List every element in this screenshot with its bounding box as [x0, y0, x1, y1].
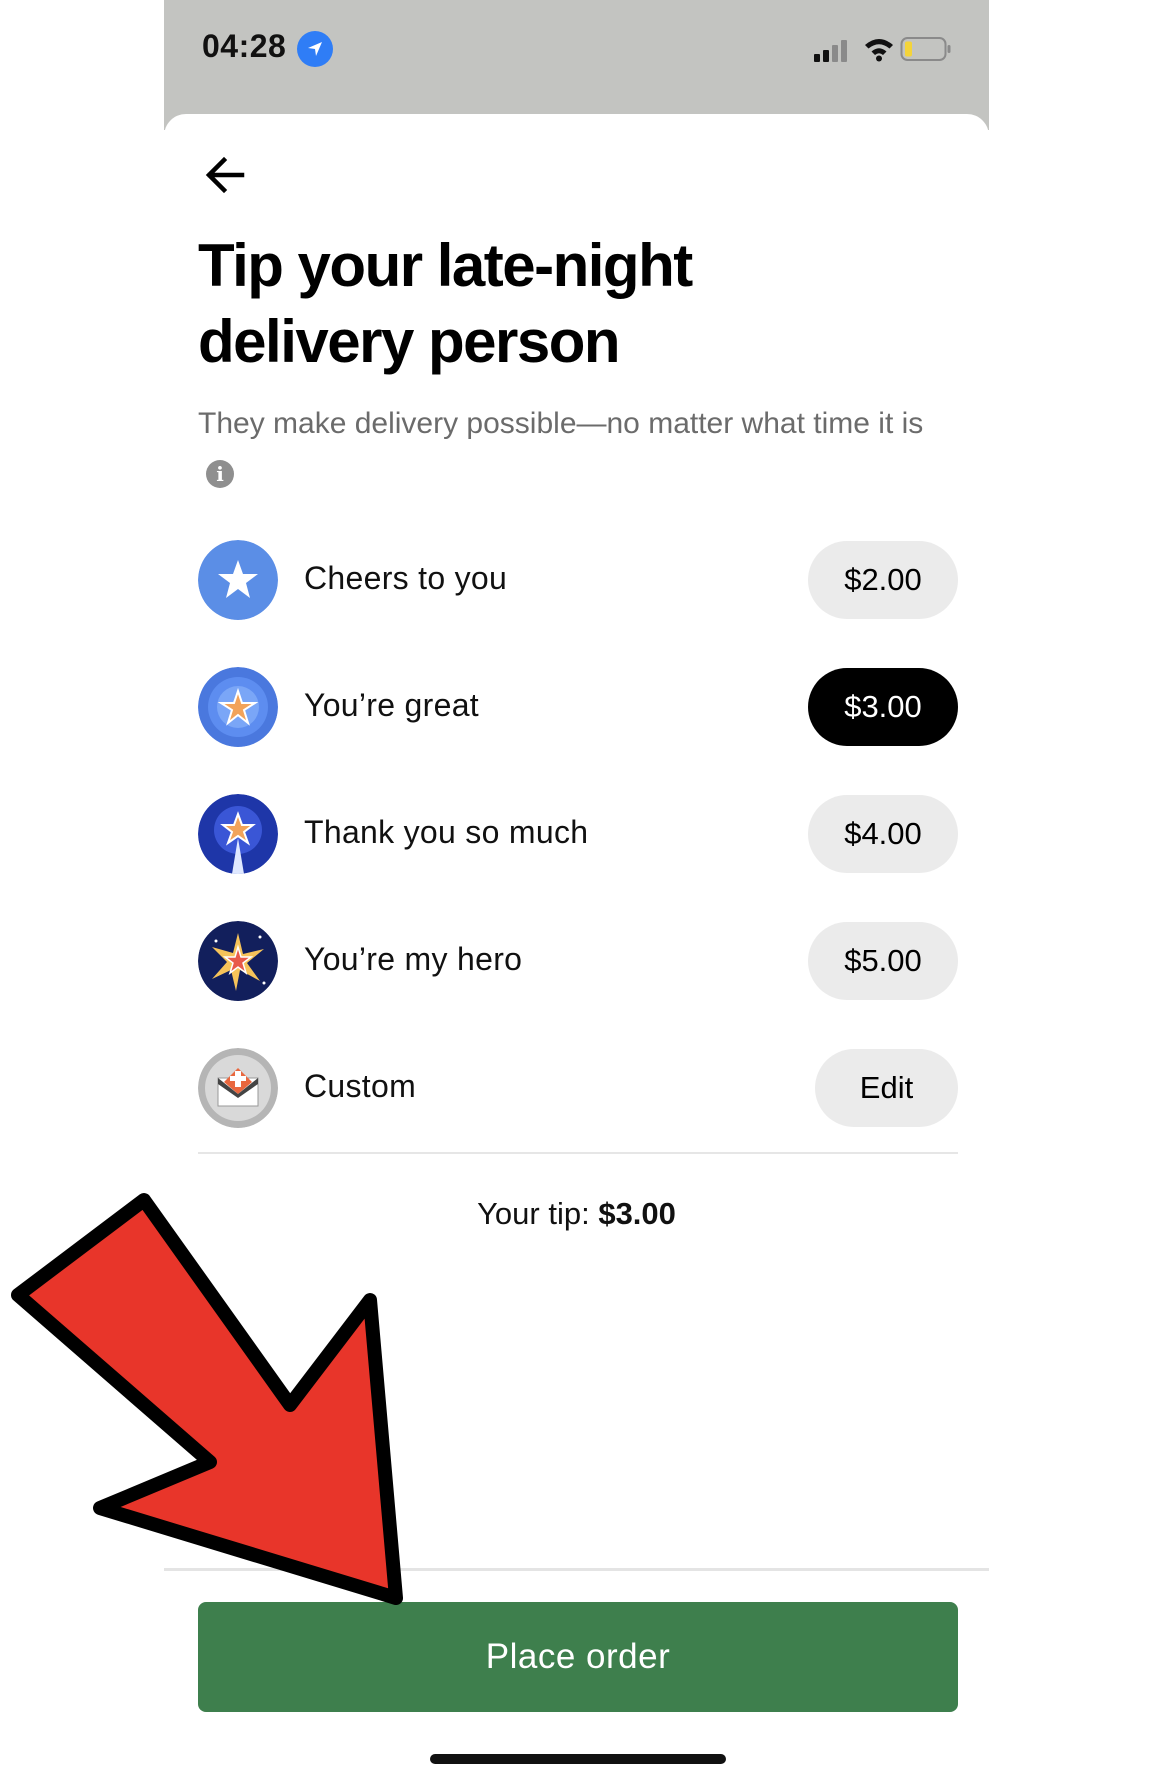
star-badge-icon [198, 540, 278, 620]
tip-label: Cheers to you [304, 560, 508, 596]
signal-icon [814, 40, 847, 62]
info-icon[interactable]: i [206, 460, 234, 488]
burst-star-badge-icon [198, 921, 278, 1001]
gold-star-badge-icon [198, 667, 278, 747]
tip-amount-button-selected[interactable]: $3.00 [808, 668, 958, 746]
envelope-badge-icon [198, 1048, 278, 1128]
tip-amount-button[interactable]: $4.00 [808, 795, 958, 873]
tip-option-custom[interactable]: Custom Edit [198, 1048, 958, 1175]
tip-options-list: Cheers to you $2.00 You’re great $3.00 T… [198, 540, 958, 1175]
status-time: 04:28 [202, 28, 287, 64]
your-tip-value: $3.00 [598, 1196, 676, 1231]
page-subtitle: They make delivery possible—no matter wh… [198, 402, 938, 490]
page-title: Tip your late-night delivery person [198, 232, 693, 375]
tip-option-hero[interactable]: You’re my hero $5.00 [198, 921, 958, 1048]
tip-option-great[interactable]: You’re great $3.00 [198, 667, 958, 794]
location-arrow-icon [297, 31, 333, 67]
red-arrow-annotation [11, 1193, 403, 1605]
your-tip-label: Your tip: [477, 1196, 590, 1231]
tip-label: Thank you so much [304, 814, 589, 850]
tip-option-cheers[interactable]: Cheers to you $2.00 [198, 540, 958, 667]
edit-custom-tip-button[interactable]: Edit [815, 1049, 958, 1127]
battery-low-icon [900, 37, 951, 61]
tip-option-thank-you[interactable]: Thank you so much $4.00 [198, 794, 958, 921]
subtitle-text: They make delivery possible—no matter wh… [198, 407, 924, 440]
home-indicator [430, 1754, 726, 1764]
back-button[interactable] [198, 150, 254, 200]
wifi-icon [865, 39, 893, 62]
tip-amount-button[interactable]: $5.00 [808, 922, 958, 1000]
tip-label: You’re my hero [304, 941, 523, 977]
status-bar: 04:28 [164, 0, 989, 130]
tip-label: You’re great [304, 687, 479, 723]
divider [198, 1152, 958, 1154]
tip-amount-button[interactable]: $2.00 [808, 541, 958, 619]
tip-label: Custom [304, 1068, 417, 1104]
rocket-star-badge-icon [198, 794, 278, 874]
arrow-left-icon [205, 156, 245, 194]
